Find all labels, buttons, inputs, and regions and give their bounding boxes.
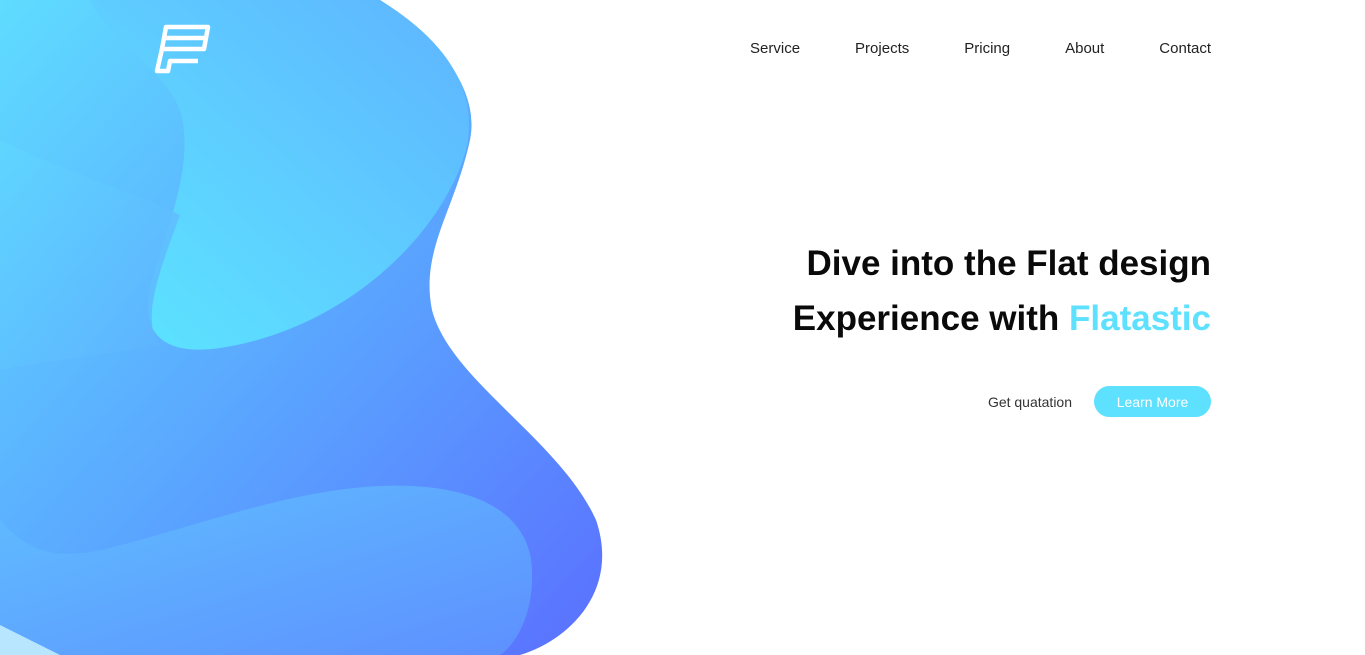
hero-blob-illustration xyxy=(0,0,603,655)
nav-item-projects[interactable]: Projects xyxy=(855,38,909,60)
main-nav: Service Projects Pricing About Contact xyxy=(750,38,1211,60)
flatastic-logo-icon[interactable] xyxy=(154,23,212,75)
hero-title-line-1: Dive into the Flat design xyxy=(806,244,1211,283)
landing-page: Service Projects Pricing About Contact D… xyxy=(0,0,1365,655)
hero-title-prefix: Experience with xyxy=(792,299,1060,338)
nav-item-contact[interactable]: Contact xyxy=(1159,38,1211,60)
hero-actions: Get quatation Learn More xyxy=(988,386,1211,417)
learn-more-button[interactable]: Learn More xyxy=(1094,386,1211,417)
nav-item-pricing[interactable]: Pricing xyxy=(964,38,1010,60)
nav-item-about[interactable]: About xyxy=(1065,38,1104,60)
get-quotation-link[interactable]: Get quatation xyxy=(988,394,1072,410)
hero-heading: Dive into the Flat design Experience wit… xyxy=(793,236,1211,346)
nav-item-service[interactable]: Service xyxy=(750,38,800,60)
hero-brand-name: Flatastic xyxy=(1069,299,1211,338)
hero-title-line-2: Experience with Flatastic xyxy=(793,291,1211,346)
